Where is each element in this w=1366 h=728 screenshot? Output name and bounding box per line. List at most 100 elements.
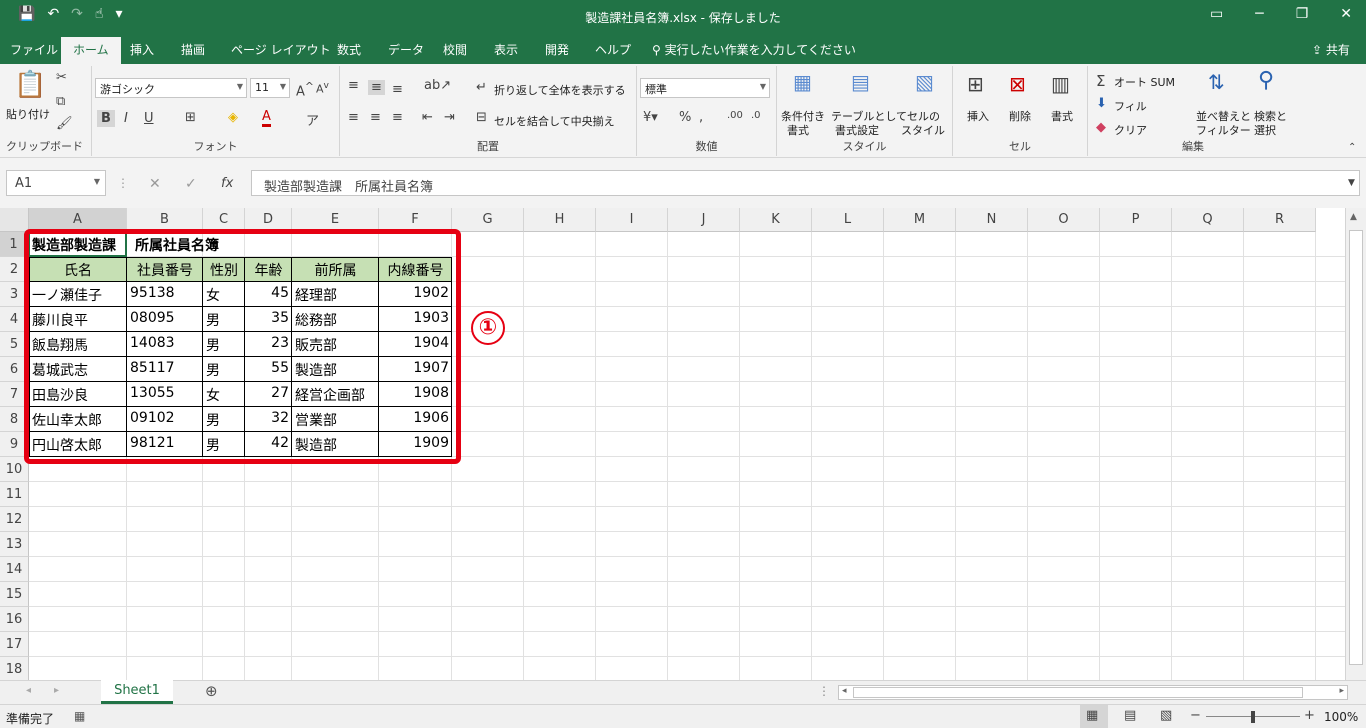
zoom-out-icon[interactable]: − <box>1190 708 1201 723</box>
cut-icon[interactable]: ✂ <box>56 70 67 85</box>
scroll-tabs-left-icon[interactable]: ◂ <box>26 685 31 696</box>
decrease-decimal-icon[interactable]: .0 <box>751 110 761 121</box>
autosum-icon[interactable]: Σ <box>1096 72 1105 90</box>
format-cells-button[interactable]: 書式 <box>1051 108 1073 124</box>
paste-button[interactable]: 貼り付け <box>6 106 50 122</box>
row-header-12[interactable]: 12 <box>0 507 29 532</box>
phonetic-icon[interactable]: ア <box>306 110 319 129</box>
border-icon[interactable]: ⊞ <box>185 110 196 125</box>
column-header-p[interactable]: P <box>1100 208 1172 232</box>
share-button[interactable]: ⇪ 共有 <box>1312 41 1350 58</box>
zoom-in-icon[interactable]: + <box>1304 708 1315 723</box>
align-bottom-icon[interactable]: ≡ <box>392 82 403 97</box>
shrink-font-icon[interactable]: Av <box>316 80 329 96</box>
increase-indent-icon[interactable]: ⇥ <box>444 110 455 125</box>
row-header-14[interactable]: 14 <box>0 557 29 582</box>
column-header-m[interactable]: M <box>884 208 956 232</box>
wrap-text-button[interactable]: 折り返して全体を表示する <box>494 82 626 98</box>
tab-data[interactable]: データ <box>388 41 424 58</box>
delete-cells-button[interactable]: 削除 <box>1009 108 1031 124</box>
split-handle-icon[interactable]: ⋮ <box>818 684 830 698</box>
sort-filter-label2[interactable]: フィルター <box>1196 122 1251 138</box>
italic-button[interactable]: I <box>124 111 128 126</box>
row-header-13[interactable]: 13 <box>0 532 29 557</box>
wrap-text-icon[interactable]: ↵ <box>476 80 487 95</box>
conditional-formatting-icon[interactable]: ▦ <box>793 70 812 94</box>
zoom-level[interactable]: 100% <box>1324 710 1358 724</box>
font-size-select[interactable]: 11 ▼ <box>250 78 290 98</box>
horizontal-scrollbar[interactable]: ◂ ▸ <box>838 685 1348 700</box>
column-header-k[interactable]: K <box>740 208 812 232</box>
conditional-formatting-label2[interactable]: 書式 <box>787 122 809 138</box>
column-header-n[interactable]: N <box>956 208 1028 232</box>
font-name-select[interactable]: 游ゴシック ▼ <box>95 78 247 98</box>
tell-me-box[interactable]: ⚲ 実行したい作業を入力してください <box>652 41 856 58</box>
autosum-button[interactable]: オート SUM <box>1114 74 1175 90</box>
macro-record-icon[interactable]: ▦ <box>74 709 85 723</box>
row-header-11[interactable]: 11 <box>0 482 29 507</box>
add-sheet-icon[interactable]: ⊕ <box>205 682 218 700</box>
tab-help[interactable]: ヘルプ <box>595 41 631 58</box>
scroll-up-icon[interactable]: ▲ <box>1350 212 1357 222</box>
tab-draw[interactable]: 描画 <box>181 41 205 58</box>
paste-icon[interactable]: 📋 <box>14 70 46 100</box>
align-center-icon[interactable]: ≡ <box>370 110 381 125</box>
vertical-scroll-thumb[interactable] <box>1349 230 1363 665</box>
row-header-18[interactable]: 18 <box>0 657 29 680</box>
increase-decimal-icon[interactable]: .00 <box>727 110 743 121</box>
minimize-icon[interactable]: ─ <box>1255 6 1263 22</box>
column-header-j[interactable]: J <box>668 208 740 232</box>
percent-style-button[interactable]: % <box>679 110 691 125</box>
merge-center-button[interactable]: セルを結合して中央揃え <box>494 113 615 129</box>
tab-formulas[interactable]: 数式 <box>337 41 361 58</box>
row-header-15[interactable]: 15 <box>0 582 29 607</box>
worksheet-grid[interactable]: ABCDEFGHIJKLMNOPQR 1 2 3 4 5 6 7 8 9 10 11 12 13 14 15… <box>0 208 1366 680</box>
expand-formula-icon[interactable]: ▼ <box>1348 178 1355 188</box>
vertical-scrollbar[interactable]: ▲ <box>1345 208 1366 680</box>
normal-view-icon[interactable]: ▦ <box>1086 708 1098 723</box>
sort-filter-icon[interactable]: ⇅ <box>1208 70 1225 94</box>
orientation-icon[interactable]: ab↗ <box>424 78 451 93</box>
tab-review[interactable]: 校閲 <box>443 41 467 58</box>
format-as-table-label2[interactable]: 書式設定 <box>835 122 879 138</box>
align-middle-icon[interactable]: ≡ <box>368 80 385 95</box>
insert-function-button[interactable]: fx <box>221 176 233 191</box>
underline-button[interactable]: U <box>144 111 154 126</box>
font-color-icon[interactable]: A <box>262 110 271 127</box>
align-top-icon[interactable]: ≡ <box>348 78 359 93</box>
format-painter-icon[interactable]: 🖌 <box>56 116 73 131</box>
fill-color-icon[interactable]: ◈ <box>228 110 238 125</box>
restore-icon[interactable]: ❐ <box>1296 6 1309 22</box>
cancel-icon[interactable]: ✕ <box>149 176 161 192</box>
column-header-r[interactable]: R <box>1244 208 1316 232</box>
comma-style-icon[interactable]: , <box>699 110 703 125</box>
row-header-16[interactable]: 16 <box>0 607 29 632</box>
formula-input[interactable]: 製造部製造課 所属社員名簿 <box>251 170 1360 196</box>
find-select-icon[interactable]: ⚲ <box>1258 68 1274 93</box>
cell-styles-label2[interactable]: スタイル <box>901 122 945 138</box>
tab-view[interactable]: 表示 <box>494 41 518 58</box>
zoom-slider-thumb[interactable] <box>1251 711 1255 723</box>
find-select-label2[interactable]: 選択 <box>1254 122 1276 138</box>
ribbon-display-icon[interactable]: ▭ <box>1210 6 1223 22</box>
row-header-17[interactable]: 17 <box>0 632 29 657</box>
collapse-ribbon-icon[interactable]: ⌃ <box>1348 142 1356 153</box>
scroll-tabs-right-icon[interactable]: ▸ <box>54 685 59 696</box>
insert-cells-icon[interactable]: ⊞ <box>967 72 984 96</box>
grow-font-icon[interactable]: A^ <box>296 80 314 99</box>
format-cells-icon[interactable]: ▥ <box>1051 72 1070 96</box>
decrease-indent-icon[interactable]: ⇤ <box>422 110 433 125</box>
sheet-tab-sheet1[interactable]: Sheet1 <box>101 680 173 704</box>
enter-icon[interactable]: ✓ <box>185 176 197 192</box>
horizontal-scroll-thumb[interactable] <box>853 687 1303 698</box>
clear-button[interactable]: クリア <box>1114 122 1147 138</box>
merge-center-icon[interactable]: ⊟ <box>476 110 487 125</box>
column-header-q[interactable]: Q <box>1172 208 1244 232</box>
clear-icon[interactable]: ◆ <box>1096 120 1106 135</box>
tab-insert[interactable]: 挿入 <box>130 41 154 58</box>
tab-home[interactable]: ホーム <box>61 37 121 64</box>
fill-button[interactable]: フィル <box>1114 98 1147 114</box>
page-break-view-icon[interactable]: ▧ <box>1160 708 1172 723</box>
column-header-h[interactable]: H <box>524 208 596 232</box>
accounting-format-icon[interactable]: ¥▾ <box>643 110 658 125</box>
